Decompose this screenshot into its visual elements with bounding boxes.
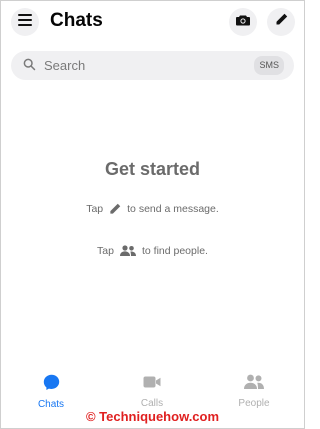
hint-suffix: to find people. [141,245,208,257]
hamburger-menu-icon [18,13,32,31]
pencil-icon [275,13,288,31]
search-input[interactable]: Search [44,58,85,73]
video-camera-icon [143,374,161,395]
tab-label: Calls [140,398,164,409]
find-people-hint: Tap to find people. [0,245,305,257]
sms-badge[interactable]: SMS [254,56,284,75]
camera-button[interactable] [229,8,257,36]
header: Chats [0,0,305,46]
empty-state-title: Get started [104,159,201,179]
hint-prefix: Tap [86,203,104,215]
pencil-icon [109,203,121,215]
hint-prefix: Tap [97,245,114,257]
people-icon [244,374,264,395]
compose-button[interactable] [267,8,295,36]
tab-people[interactable]: People [224,374,284,409]
search-bar[interactable]: Search SMS [11,51,294,80]
menu-button[interactable] [11,8,39,36]
watermark: © Techniquehow.com [85,409,220,424]
search-icon [23,58,36,76]
bottom-tab-bar: Chats Calls People [0,374,305,414]
tab-chats[interactable]: Chats [21,374,81,410]
chat-bubble-icon [43,374,60,396]
tab-calls[interactable]: Calls [122,374,182,409]
tab-label: People [238,398,270,409]
people-icon [119,245,136,257]
camera-icon [236,13,250,31]
send-message-hint: Tap to send a message. [0,203,305,215]
hint-suffix: to send a message. [127,203,219,215]
page-title: Chats [50,10,103,31]
